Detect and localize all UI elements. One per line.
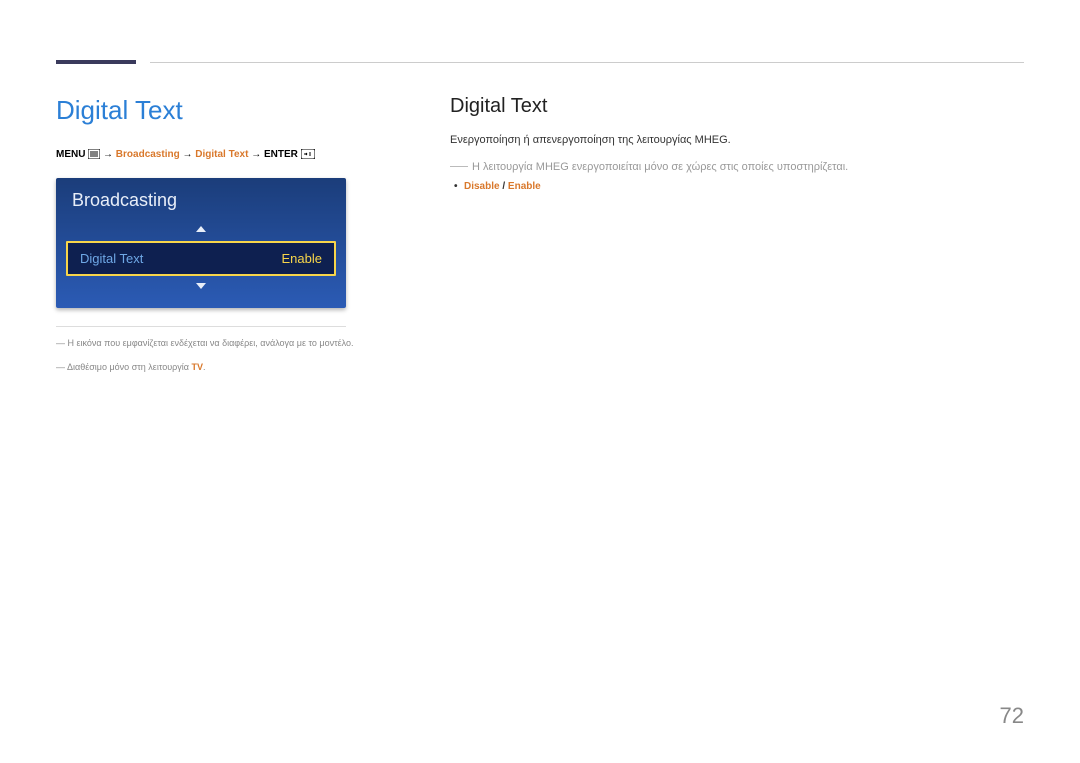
option-sep: / — [500, 181, 508, 192]
footnote-1-text: Η εικόνα που εμφανίζεται ενδέχεται να δι… — [68, 338, 354, 348]
menu-row-value: Enable — [282, 251, 322, 266]
header-accent-bar — [56, 60, 136, 64]
header-divider — [150, 62, 1024, 63]
right-column: Digital Text Ενεργοποίηση ή απενεργοποίη… — [450, 95, 1024, 192]
menu-box-header: Broadcasting — [56, 178, 346, 219]
section-title-left: Digital Text — [56, 95, 396, 126]
menu-preview-box: Broadcasting Digital Text Enable — [56, 178, 346, 308]
right-bullet-options: Disable / Enable — [450, 181, 1024, 192]
right-paragraph-1: Ενεργοποίηση ή απενεργοποίηση της λειτου… — [450, 132, 1024, 149]
footnote-divider — [56, 326, 346, 327]
page-number: 72 — [1000, 703, 1024, 729]
menu-row-label: Digital Text — [80, 251, 143, 266]
chevron-down-icon — [196, 283, 206, 289]
left-column: Digital Text MENU → Broadcasting → Digit… — [56, 95, 396, 374]
breadcrumb-digital-text: Digital Text — [195, 149, 248, 160]
right-note-1: Η λειτουργία MHEG ενεργοποιείται μόνο σε… — [450, 159, 1024, 176]
breadcrumb-arrow-2: → — [182, 149, 192, 160]
right-note-1-text: Η λειτουργία MHEG ενεργοποιείται μόνο σε… — [472, 161, 848, 173]
footnote-2: ― Διαθέσιμο μόνο στη λειτουργία TV. — [56, 361, 396, 375]
option-disable: Disable — [464, 181, 500, 192]
breadcrumb-arrow-1: → — [103, 149, 113, 160]
note-dash-icon — [450, 166, 468, 167]
menu-box-up[interactable] — [56, 219, 346, 241]
section-title-right: Digital Text — [450, 95, 1024, 118]
footnote-2-text-a: Διαθέσιμο μόνο στη λειτουργία — [67, 362, 191, 372]
breadcrumb-arrow-3: → — [251, 149, 261, 160]
breadcrumb: MENU → Broadcasting → Digital Text → ENT… — [56, 148, 396, 164]
footnote-1: ― Η εικόνα που εμφανίζεται ενδέχεται να … — [56, 337, 396, 351]
chevron-up-icon — [196, 226, 206, 232]
breadcrumb-menu: MENU — [56, 149, 85, 160]
enter-icon — [301, 149, 315, 164]
footnote-1-dash: ― — [56, 338, 68, 348]
menu-box-down[interactable] — [56, 276, 346, 298]
footnote-2-text-b: . — [203, 362, 206, 372]
menu-icon — [88, 149, 100, 164]
footnote-2-dash: ― — [56, 362, 67, 372]
footnote-2-tv: TV — [192, 362, 204, 372]
breadcrumb-broadcasting: Broadcasting — [116, 149, 180, 160]
breadcrumb-enter: ENTER — [264, 149, 298, 160]
option-enable: Enable — [508, 181, 541, 192]
menu-box-row-digital-text[interactable]: Digital Text Enable — [66, 241, 336, 276]
